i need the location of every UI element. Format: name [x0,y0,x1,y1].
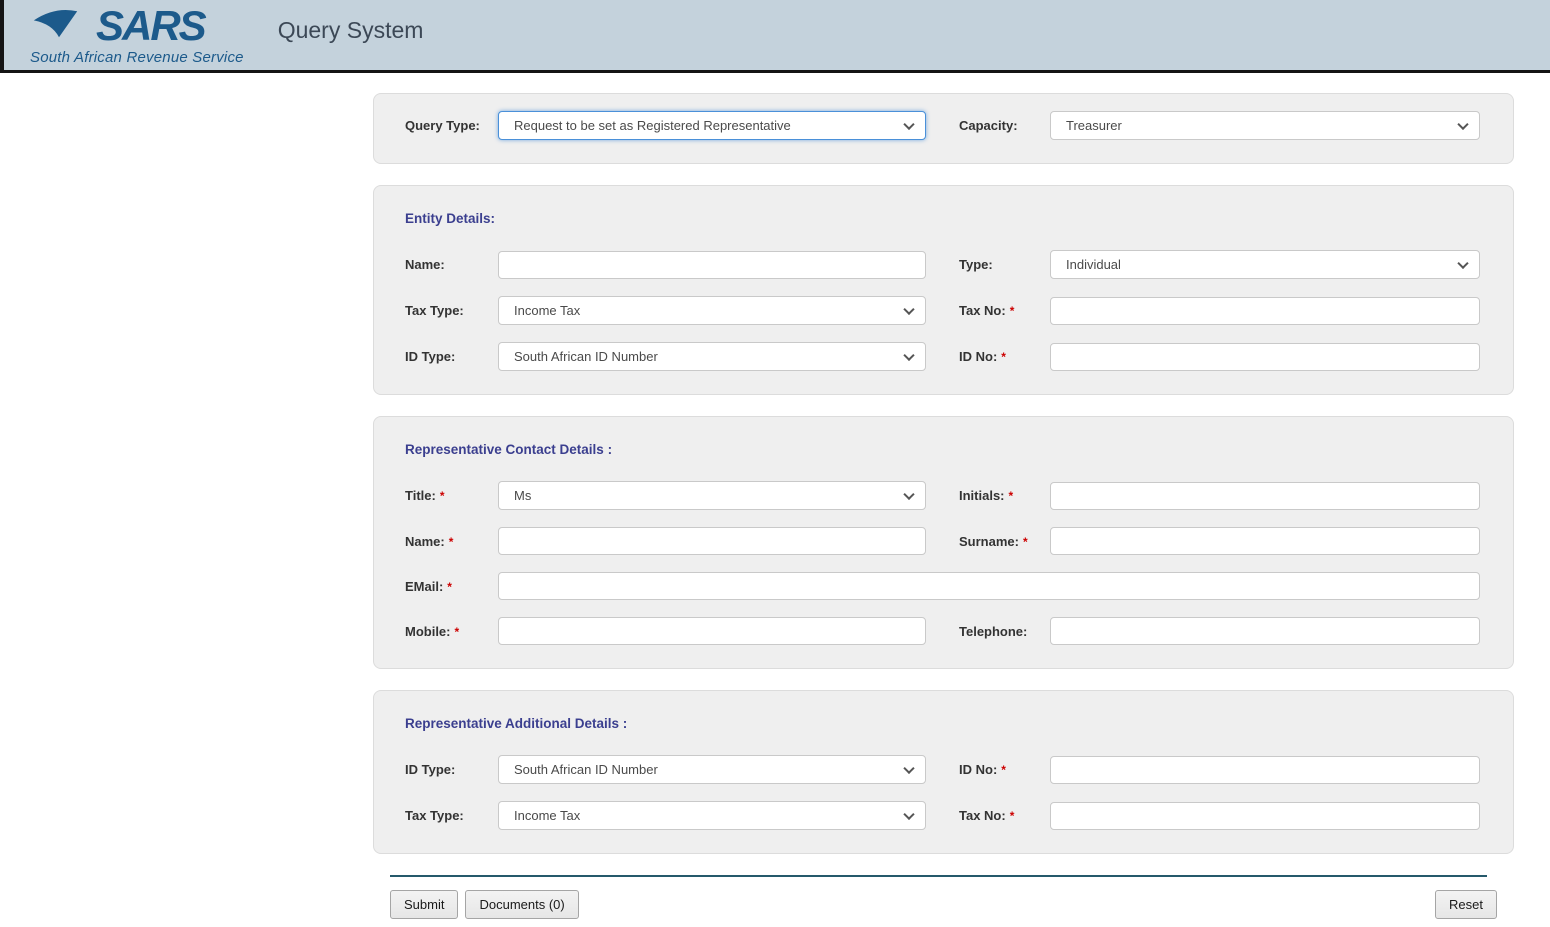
capacity-select-wrap: Treasurer [1050,111,1480,140]
email-label-text: EMail: [405,578,444,594]
rep-tax-no-input[interactable] [1050,801,1480,830]
entity-type-select-wrap: Individual [1050,250,1480,279]
title-select-wrap: Ms [498,481,926,510]
mobile-input[interactable] [498,617,926,645]
rep-id-no-label-text: ID No: [959,762,998,777]
required-asterisk: * [1001,763,1006,777]
surname-label-text: Surname: [959,533,1019,549]
entity-details-panel: Entity Details: Name: Type: Individual T… [373,185,1514,395]
initials-input[interactable] [1050,481,1480,510]
title-label: Title: * [405,488,498,503]
capacity-select[interactable]: Treasurer [1050,111,1480,140]
entity-name-input[interactable] [498,250,926,279]
entity-id-no-input[interactable] [1050,342,1480,371]
entity-name-label: Name: [405,257,445,272]
rep-tax-no-label: Tax No: * [959,808,1050,823]
documents-button[interactable]: Documents (0) [465,890,579,919]
representative-contact-panel: Representative Contact Details : Title: *… [373,416,1514,669]
rep-id-no-label: ID No: * [959,762,1050,777]
form-main: Query Type: Request to be set as Registe… [373,73,1514,919]
rep-id-no-input[interactable] [1050,755,1480,784]
mobile-label-text: Mobile: [405,623,451,639]
entity-tax-no-label: Tax No: * [959,303,1050,318]
surname-label: Surname: * [959,534,1050,549]
required-asterisk: * [1009,809,1015,823]
entity-tax-type-select-wrap: Income Tax [498,296,926,325]
rep-tax-type-select-wrap: Income Tax [498,801,926,830]
rep-name-label-text: Name: [405,533,445,549]
rep-id-type-select[interactable]: South African ID Number [498,755,926,784]
entity-id-type-label: ID Type: [405,349,456,364]
sars-logo: SARS South African Revenue Service [30,5,244,66]
telephone-input[interactable] [1050,617,1480,645]
entity-type-label: Type: [959,257,993,272]
required-asterisk: * [454,624,460,639]
entity-tax-no-label-text: Tax No: [959,303,1006,318]
required-asterisk: * [1008,489,1014,503]
query-panel: Query Type: Request to be set as Registe… [373,93,1514,164]
query-type-select-wrap: Request to be set as Registered Represen… [498,111,926,140]
query-type-select[interactable]: Request to be set as Registered Represen… [498,111,926,140]
rep-id-type-label: ID Type: [405,762,456,777]
page-title: Query System [277,16,424,43]
entity-details-heading: Entity Details: [405,211,496,226]
representative-additional-heading: Representative Additional Details : [405,716,628,731]
required-asterisk: * [439,489,445,503]
telephone-label: Telephone: [959,623,1028,639]
required-asterisk: * [1009,304,1015,318]
reset-button[interactable]: Reset [1435,890,1497,919]
initials-label-text: Initials: [959,488,1005,503]
rep-name-input[interactable] [498,527,926,555]
initials-label: Initials: * [959,488,1050,503]
rep-id-type-select-wrap: South African ID Number [498,755,926,784]
sars-checkmark-icon [33,10,78,38]
entity-tax-type-select[interactable]: Income Tax [498,296,926,325]
representative-additional-panel: Representative Additional Details : ID T… [373,690,1514,854]
entity-id-no-label: ID No: * [959,349,1050,364]
entity-tax-type-label: Tax Type: [405,303,464,318]
entity-id-type-select-wrap: South African ID Number [498,342,926,371]
required-asterisk: * [1022,534,1028,549]
page: SARS South African Revenue Service Query… [0,0,1550,919]
app-header: SARS South African Revenue Service Query… [0,0,1550,73]
email-label: EMail: * [405,579,498,594]
footer-divider [390,875,1487,877]
entity-id-type-select[interactable]: South African ID Number [498,342,926,371]
required-asterisk: * [448,534,454,549]
footer-actions: Submit Documents (0) Reset [390,890,1497,919]
mobile-label: Mobile: * [405,624,498,639]
entity-tax-no-input[interactable] [1050,296,1480,325]
required-asterisk: * [447,579,452,594]
capacity-label: Capacity: [959,118,1018,133]
sars-brand-text: SARS [96,2,207,49]
representative-contact-heading: Representative Contact Details : [405,442,613,457]
sars-tagline: South African Revenue Service [30,49,244,66]
rep-tax-no-label-text: Tax No: [959,808,1006,823]
rep-tax-type-label: Tax Type: [405,808,464,823]
title-label-text: Title: [405,488,436,503]
title-select[interactable]: Ms [498,481,926,510]
rep-tax-type-select[interactable]: Income Tax [498,801,926,830]
entity-type-select[interactable]: Individual [1050,250,1480,279]
surname-input[interactable] [1050,527,1480,555]
required-asterisk: * [1001,350,1006,364]
entity-id-no-label-text: ID No: [959,349,998,364]
query-type-label: Query Type: [405,118,480,133]
email-input[interactable] [498,572,1480,600]
rep-name-label: Name: * [405,534,498,549]
submit-button[interactable]: Submit [390,890,459,919]
sars-logo-mark-row: SARS [30,5,244,47]
